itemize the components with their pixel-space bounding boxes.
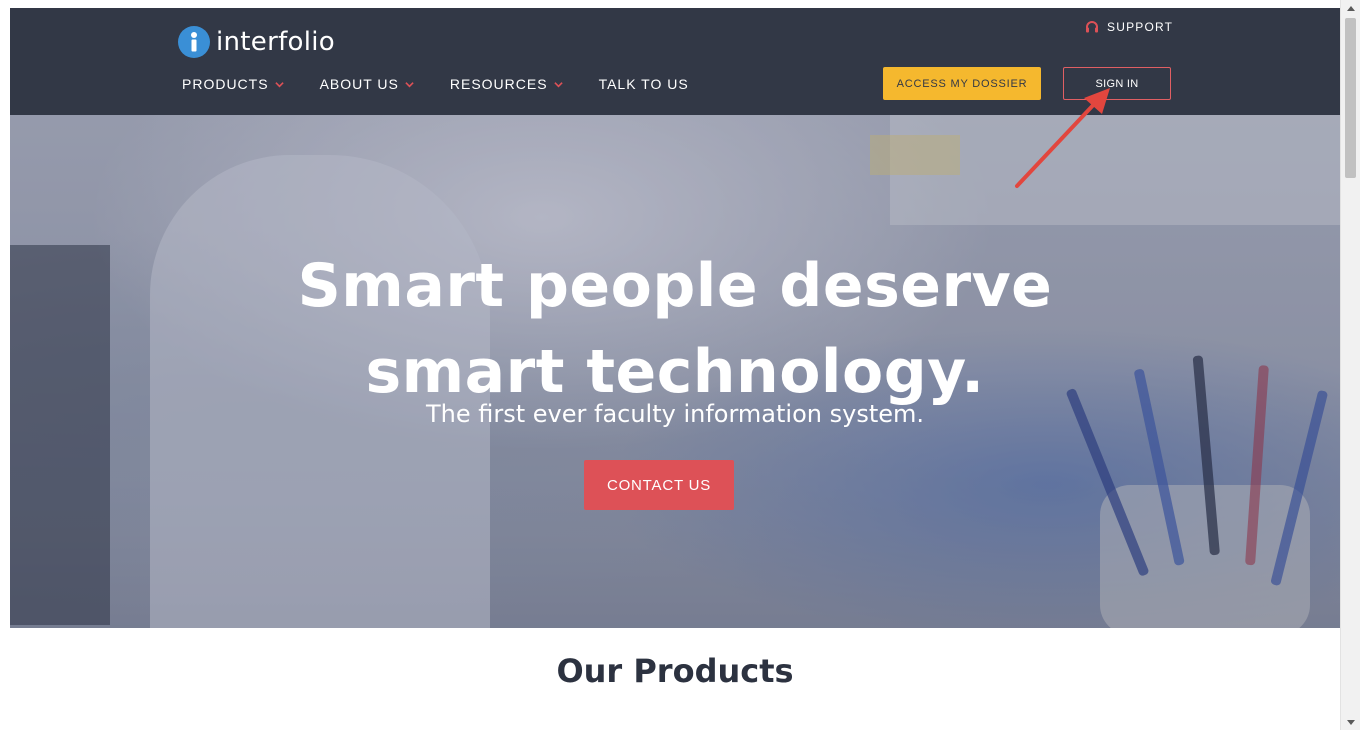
hero-section: Smart people deserve smart technology. T… [10, 115, 1340, 628]
nav-item-products[interactable]: PRODUCTS [182, 76, 284, 92]
scrollbar[interactable] [1340, 0, 1360, 730]
logo-text: interfolio [216, 27, 335, 57]
contact-us-button[interactable]: CONTACT US [584, 460, 734, 510]
products-heading: Our Products [556, 652, 794, 690]
main-nav: PRODUCTS ABOUT US RESOURCES TALK TO US [182, 76, 725, 92]
access-my-dossier-button[interactable]: ACCESS MY DOSSIER [883, 67, 1041, 100]
nav-label: ABOUT US [319, 76, 399, 92]
hero-subtitle: The first ever faculty information syste… [425, 400, 925, 428]
chevron-down-icon [405, 81, 414, 87]
top-strip [0, 0, 1340, 8]
nav-label: TALK TO US [598, 76, 689, 92]
chevron-down-icon [553, 81, 563, 87]
nav-item-about-us[interactable]: ABOUT US [320, 76, 414, 92]
nav-label: PRODUCTS [182, 76, 269, 92]
info-icon [178, 26, 210, 58]
scroll-up-arrow-icon[interactable] [1347, 6, 1355, 11]
nav-label: RESOURCES [449, 76, 548, 92]
site-logo[interactable]: interfolio [178, 26, 335, 58]
headset-icon [1086, 21, 1098, 33]
hero-title: Smart people deserve smart technology. [297, 251, 1053, 407]
support-label: SUPPORT [1107, 20, 1174, 34]
nav-item-resources[interactable]: RESOURCES [450, 76, 563, 92]
nav-item-talk-to-us[interactable]: TALK TO US [599, 76, 689, 92]
scroll-down-arrow-icon[interactable] [1347, 720, 1355, 725]
sign-in-button[interactable]: SIGN IN [1063, 67, 1171, 100]
scrollbar-thumb[interactable] [1345, 18, 1356, 178]
support-link[interactable]: SUPPORT [1085, 20, 1173, 34]
site-header: interfolio SUPPORT PRODUCTS ABOUT US RES… [10, 8, 1340, 115]
chevron-down-icon [274, 81, 284, 87]
